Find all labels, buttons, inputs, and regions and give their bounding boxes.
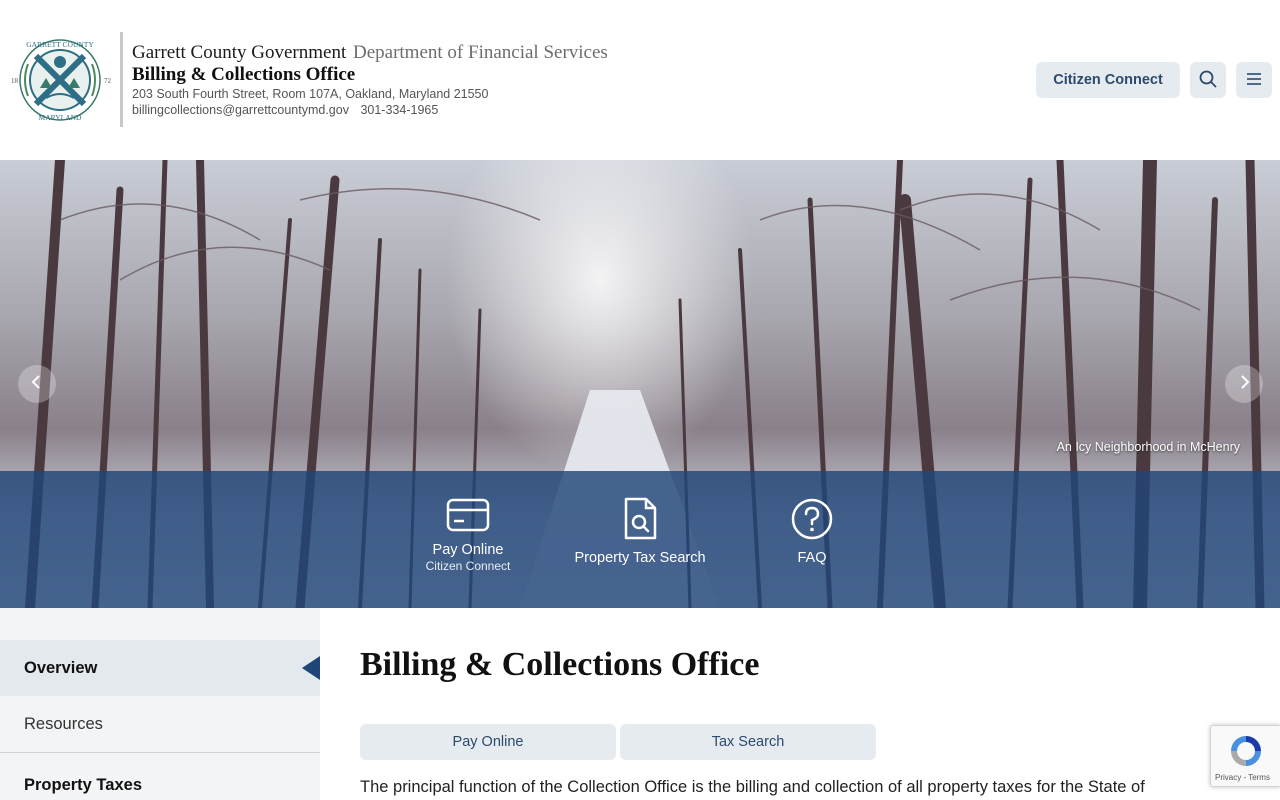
seal-right-year: 72 — [104, 77, 112, 85]
office-name[interactable]: Billing & Collections Office — [132, 64, 608, 86]
sidebar-item-label: Overview — [24, 658, 98, 677]
arrow-right-icon — [1235, 373, 1253, 396]
active-marker-icon — [302, 656, 320, 680]
menu-button[interactable] — [1236, 62, 1272, 98]
quick-links-bar: Pay Online Citizen Connect Property Tax … — [0, 471, 1280, 608]
credit-card-icon — [446, 497, 490, 541]
brand-title[interactable]: Garrett County Government Department of … — [132, 42, 608, 64]
office-phone[interactable]: 301-334-1965 — [360, 103, 438, 117]
quick-link-label: Property Tax Search — [574, 550, 706, 566]
arrow-left-icon — [28, 373, 46, 396]
seal-top-text: GARRETT COUNTY — [26, 40, 94, 49]
brand-divider — [120, 32, 123, 127]
hero-carousel: An Icy Neighborhood in McHenry Pay Onlin… — [0, 160, 1280, 608]
sidebar-nav: Overview Resources Property Taxes — [0, 608, 320, 800]
sidebar-item-label: Property Taxes — [24, 775, 142, 794]
pay-online-button[interactable]: Pay Online — [360, 724, 616, 760]
document-search-icon — [622, 497, 658, 549]
org-name[interactable]: Garrett County Government — [132, 42, 346, 63]
brand-block: Garrett County Government Department of … — [132, 42, 608, 118]
search-button[interactable] — [1190, 62, 1226, 98]
quick-link-pay-online[interactable]: Pay Online Citizen Connect — [408, 497, 528, 573]
quick-link-property-tax-search[interactable]: Property Tax Search — [564, 497, 716, 567]
sidebar-item-property-taxes[interactable]: Property Taxes — [0, 770, 320, 800]
department-name[interactable]: Department of Financial Services — [353, 42, 608, 63]
seal-bottom-text: MARYLAND — [39, 113, 83, 122]
seal-left-year: 18 — [11, 77, 19, 85]
citizen-connect-button[interactable]: Citizen Connect — [1036, 62, 1180, 98]
recaptcha-badge[interactable]: Privacy - Terms — [1210, 725, 1280, 787]
carousel-next-button[interactable] — [1225, 365, 1263, 403]
sidebar-divider — [0, 752, 320, 753]
tax-search-button[interactable]: Tax Search — [620, 724, 876, 760]
contact-line: billingcollections@garrettcountymd.gov 3… — [132, 102, 608, 118]
sidebar-item-label: Resources — [24, 714, 103, 733]
question-circle-icon — [790, 497, 834, 549]
recaptcha-links[interactable]: Privacy - Terms — [1215, 773, 1270, 782]
office-email[interactable]: billingcollections@garrettcountymd.gov — [132, 103, 349, 117]
site-header: GARRETT COUNTY MARYLAND 18 72 Garrett Co… — [0, 0, 1280, 160]
hero-caption: An Icy Neighborhood in McHenry — [1056, 440, 1240, 454]
page-title: Billing & Collections Office — [360, 646, 760, 683]
quick-link-label: Pay Online — [432, 542, 504, 558]
quick-link-sublabel: Citizen Connect — [425, 559, 511, 573]
quick-link-faq[interactable]: FAQ — [772, 497, 852, 567]
county-seal-logo[interactable]: GARRETT COUNTY MARYLAND 18 72 — [8, 34, 116, 126]
main-content: Billing & Collections Office Pay Online … — [320, 608, 1280, 800]
search-icon — [1199, 70, 1217, 91]
quick-link-label: FAQ — [797, 550, 827, 566]
carousel-prev-button[interactable] — [18, 365, 56, 403]
office-address: 203 South Fourth Street, Room 107A, Oakl… — [132, 87, 489, 101]
intro-paragraph: The principal function of the Collection… — [360, 778, 1145, 796]
hamburger-menu-icon — [1246, 72, 1262, 89]
sidebar-item-resources[interactable]: Resources — [0, 696, 320, 752]
sidebar-item-overview[interactable]: Overview — [0, 640, 320, 696]
